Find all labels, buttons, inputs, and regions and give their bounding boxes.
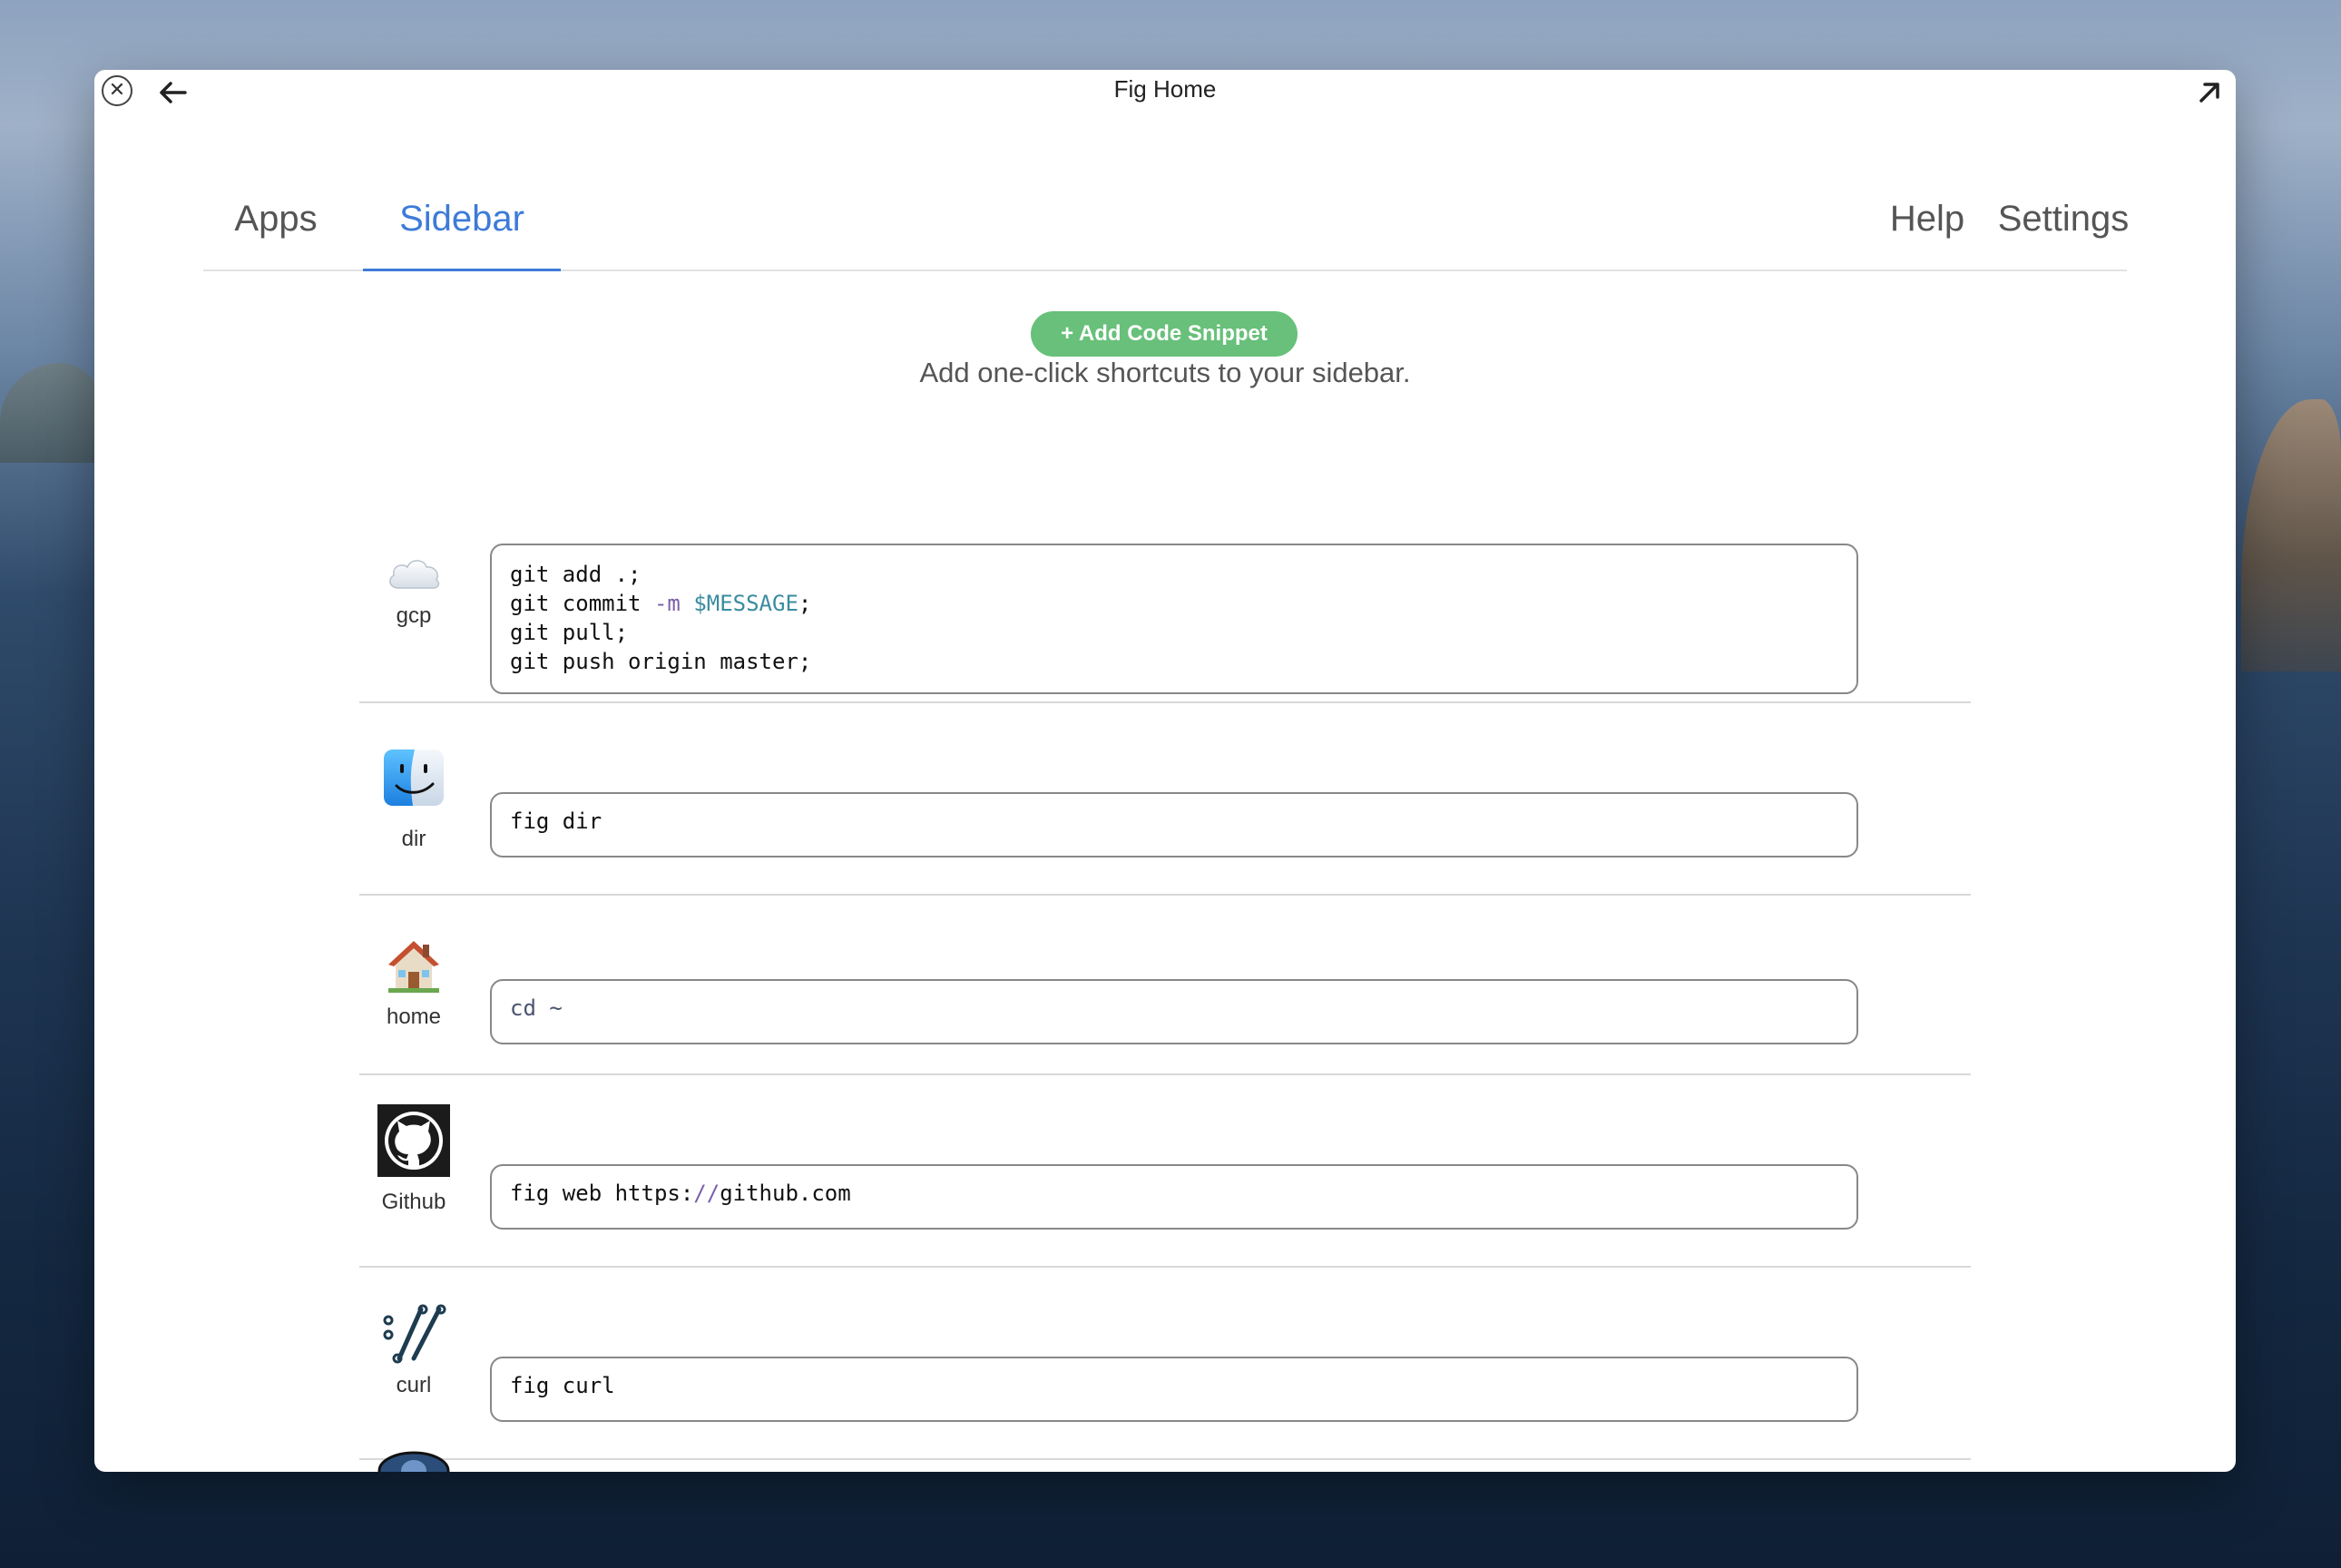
command-line: git push origin master; xyxy=(510,649,812,674)
snippet-command-curl[interactable]: fig curl xyxy=(490,1357,1858,1422)
snippet-label: gcp xyxy=(396,603,432,628)
background-cliff-right xyxy=(2241,399,2341,671)
fig-home-window: ✕ Fig Home Apps Sidebar Help Settings + … xyxy=(94,70,2236,1472)
command-text: fig web https: xyxy=(510,1181,694,1206)
expand-button[interactable] xyxy=(2196,79,2223,106)
snippet-command-dir[interactable]: fig dir xyxy=(490,792,1858,858)
partial-app-icon xyxy=(377,1451,450,1472)
snippet-icon-dir[interactable]: dir xyxy=(359,741,468,852)
snippet-row-gcp: gcp git add .; git commit -m $MESSAGE; git… xyxy=(359,469,1971,703)
cloud-icon xyxy=(389,560,440,589)
snippet-command-home[interactable]: cd ~ xyxy=(490,979,1858,1044)
command-line: git pull; xyxy=(510,620,629,645)
background-cliff-left xyxy=(0,363,100,463)
snippet-icon-github[interactable]: Github xyxy=(359,1104,468,1215)
finder-icon xyxy=(384,750,444,806)
tab-apps[interactable]: Apps xyxy=(203,188,348,271)
snippet-row-curl: curl fig curl xyxy=(359,1268,1971,1460)
snippet-icon-partial[interactable] xyxy=(377,1451,450,1472)
add-code-snippet-button[interactable]: + Add Code Snippet xyxy=(1031,311,1298,357)
snippet-label: Github xyxy=(381,1190,446,1214)
command-line: git add .; xyxy=(510,562,642,587)
snippet-command-github[interactable]: fig web https://github.com xyxy=(490,1164,1858,1230)
command-text: github.com xyxy=(720,1181,851,1206)
snippet-icon-gcp[interactable]: gcp xyxy=(359,551,468,629)
github-icon xyxy=(377,1104,450,1177)
curl-icon xyxy=(383,1304,446,1364)
snippet-label: curl xyxy=(396,1373,432,1397)
snippet-label: dir xyxy=(401,827,426,851)
command-line: git commit -m $MESSAGE; xyxy=(510,591,812,616)
snippet-command-gcp[interactable]: git add .; git commit -m $MESSAGE; git pul… xyxy=(490,544,1858,694)
snippet-icon-home[interactable]: home xyxy=(359,937,468,1030)
command-text: // xyxy=(693,1181,720,1206)
tab-bar: Apps Sidebar Help Settings xyxy=(203,188,2129,271)
tab-settings[interactable]: Settings xyxy=(1987,188,2140,271)
snippet-row-dir: dir fig dir xyxy=(359,703,1971,896)
house-icon xyxy=(388,941,439,993)
sidebar-subtitle: Add one-click shortcuts to your sidebar. xyxy=(919,357,1411,388)
tab-help[interactable]: Help xyxy=(1873,188,1982,271)
snippet-label: home xyxy=(386,1004,442,1029)
snippet-row-github: Github fig web https://github.com xyxy=(359,1075,1971,1268)
snippet-row-home: home cd ~ xyxy=(359,896,1971,1075)
snippet-icon-curl[interactable]: curl xyxy=(359,1302,468,1398)
expand-arrow-icon xyxy=(2199,83,2219,103)
window-title: Fig Home xyxy=(1113,75,1217,103)
tab-sidebar[interactable]: Sidebar xyxy=(363,188,561,271)
title-bar: ✕ Fig Home xyxy=(94,70,2236,115)
